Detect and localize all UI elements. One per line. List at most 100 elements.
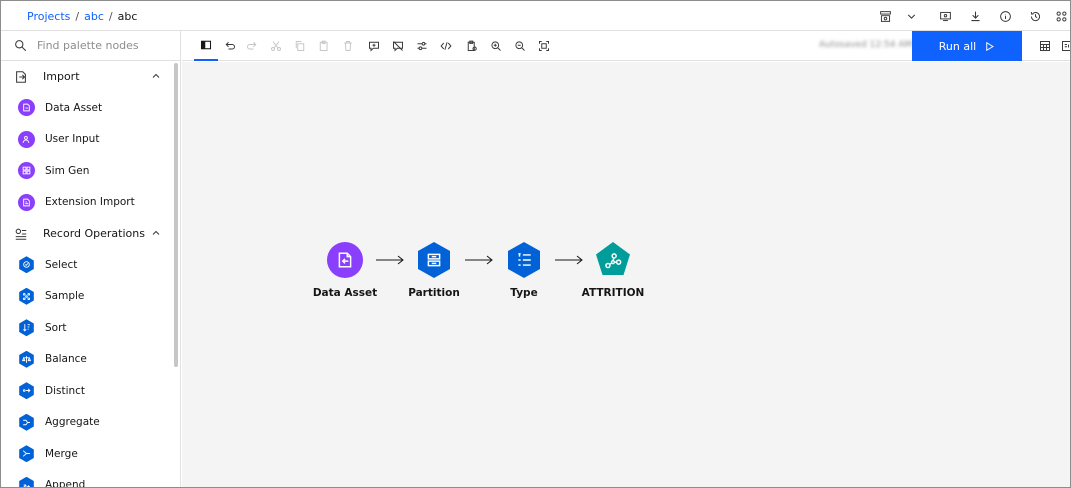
version-icon[interactable] [870, 1, 900, 31]
run-all-button[interactable]: Run all [912, 31, 1022, 61]
code-icon[interactable] [434, 31, 458, 61]
node-label: Extension Import [45, 196, 135, 209]
flow-link-arrow[interactable] [375, 254, 405, 266]
node-label: Distinct [45, 384, 86, 397]
top-bar: Projects / abc / abc [1, 1, 1070, 31]
node-label: Balance [45, 353, 87, 366]
sort-icon [19, 319, 34, 337]
partition-icon [427, 253, 441, 267]
flow-link-arrow[interactable] [464, 254, 494, 266]
extension-import-icon [18, 193, 35, 211]
type-icon [518, 253, 531, 266]
zoom-in-icon[interactable] [484, 31, 508, 61]
node-label: Aggregate [45, 416, 100, 429]
node-label: Data Asset [45, 101, 103, 114]
add-comment-icon[interactable] [362, 31, 386, 61]
search-icon [15, 40, 27, 52]
palette-node-sample[interactable]: Sample [1, 281, 173, 313]
category-label: Record Operations [43, 227, 145, 240]
flow-node-partition[interactable] [416, 242, 452, 278]
environment-icon[interactable] [930, 1, 960, 31]
node-label: Sample [45, 290, 85, 303]
chevron-down-icon[interactable] [900, 1, 922, 31]
details-panel-icon[interactable] [1056, 31, 1070, 61]
flow-node-type[interactable] [506, 242, 542, 278]
flow-node-attrition[interactable] [595, 241, 631, 277]
undo-icon[interactable] [218, 31, 242, 61]
aggregate-icon [19, 413, 34, 431]
info-icon[interactable] [990, 1, 1020, 31]
apps-icon[interactable] [1050, 1, 1070, 31]
palette-node-select[interactable]: Select [1, 249, 173, 281]
node-label: Append [45, 479, 86, 488]
flow-node-label: Partition [408, 287, 460, 299]
canvas-toolbar: Autosaved 12:54 AM Run all [182, 31, 1070, 61]
flow-node-label: Data Asset [312, 287, 378, 299]
node-palette: Import Data Asset User Input Sim Gen [1, 31, 181, 488]
chevron-up-icon[interactable] [150, 227, 162, 239]
palette-node-user-input[interactable]: User Input [1, 124, 173, 156]
palette-node-sort[interactable]: Sort [1, 312, 173, 344]
flow-node-label: Type [510, 287, 538, 299]
sample-icon [19, 287, 34, 305]
flow-node-data-asset[interactable] [327, 242, 363, 278]
palette-node-data-asset[interactable]: Data Asset [1, 92, 173, 124]
palette-node-aggregate[interactable]: Aggregate [1, 407, 173, 439]
breadcrumb-separator: / [75, 9, 80, 23]
history-icon[interactable] [1020, 1, 1050, 31]
node-label: Sort [45, 321, 67, 334]
flow-properties-icon[interactable] [460, 31, 484, 61]
palette-node-append[interactable]: Append [1, 470, 173, 488]
breadcrumb-current: abc [117, 9, 138, 23]
palette-node-sim-gen[interactable]: Sim Gen [1, 155, 173, 187]
breadcrumb-separator: / [108, 9, 113, 23]
breadcrumb-projects-link[interactable]: Projects [27, 10, 70, 23]
data-asset-icon [18, 99, 35, 117]
palette-search-input[interactable] [37, 39, 167, 52]
breadcrumb: Projects / abc / abc [27, 1, 137, 31]
top-actions [870, 1, 1070, 31]
node-label: User Input [45, 133, 100, 146]
node-label: Merge [45, 447, 78, 460]
palette-node-balance[interactable]: Balance [1, 344, 173, 376]
palette-toggle-icon[interactable] [194, 31, 218, 61]
category-label: Import [43, 70, 80, 83]
play-icon [986, 41, 995, 51]
data-asset-icon [338, 252, 352, 268]
flow-canvas[interactable]: Data Asset Partition Type ATTRITION [182, 62, 1070, 487]
category-import[interactable]: Import [1, 61, 173, 92]
model-nugget-icon [605, 253, 622, 269]
record-operations-icon [13, 226, 29, 242]
autosave-status: Autosaved 12:54 AM [819, 40, 913, 50]
download-icon[interactable] [960, 1, 990, 31]
delete-icon[interactable] [336, 31, 360, 61]
cut-icon[interactable] [264, 31, 288, 61]
palette-node-extension-import[interactable]: Extension Import [1, 187, 173, 219]
redo-icon[interactable] [240, 31, 264, 61]
hide-comments-icon[interactable] [386, 31, 410, 61]
zoom-out-icon[interactable] [508, 31, 532, 61]
breadcrumb-project-link[interactable]: abc [84, 10, 104, 23]
settings-adjust-icon[interactable] [410, 31, 434, 61]
fit-to-screen-icon[interactable] [532, 31, 556, 61]
paste-icon[interactable] [312, 31, 336, 61]
sim-gen-icon [18, 162, 35, 180]
flow-node-label: ATTRITION [581, 287, 645, 299]
merge-icon [19, 445, 34, 463]
palette-node-distinct[interactable]: Distinct [1, 375, 173, 407]
chevron-up-icon[interactable] [150, 70, 162, 82]
flow-editor-app: Projects / abc / abc Find palette nodes … [0, 0, 1071, 488]
palette-node-merge[interactable]: Merge [1, 438, 173, 470]
user-input-icon [18, 130, 35, 148]
palette-scrollbar[interactable] [174, 63, 178, 367]
outputs-panel-icon[interactable] [1034, 31, 1056, 61]
balance-icon [19, 350, 34, 368]
node-label: Sim Gen [45, 164, 90, 177]
palette-search [1, 31, 180, 61]
category-record-operations[interactable]: Record Operations [1, 218, 173, 249]
append-icon [19, 476, 34, 487]
run-all-label: Run all [938, 39, 977, 53]
select-icon [19, 256, 34, 274]
flow-link-arrow[interactable] [554, 254, 584, 266]
copy-icon[interactable] [288, 31, 312, 61]
